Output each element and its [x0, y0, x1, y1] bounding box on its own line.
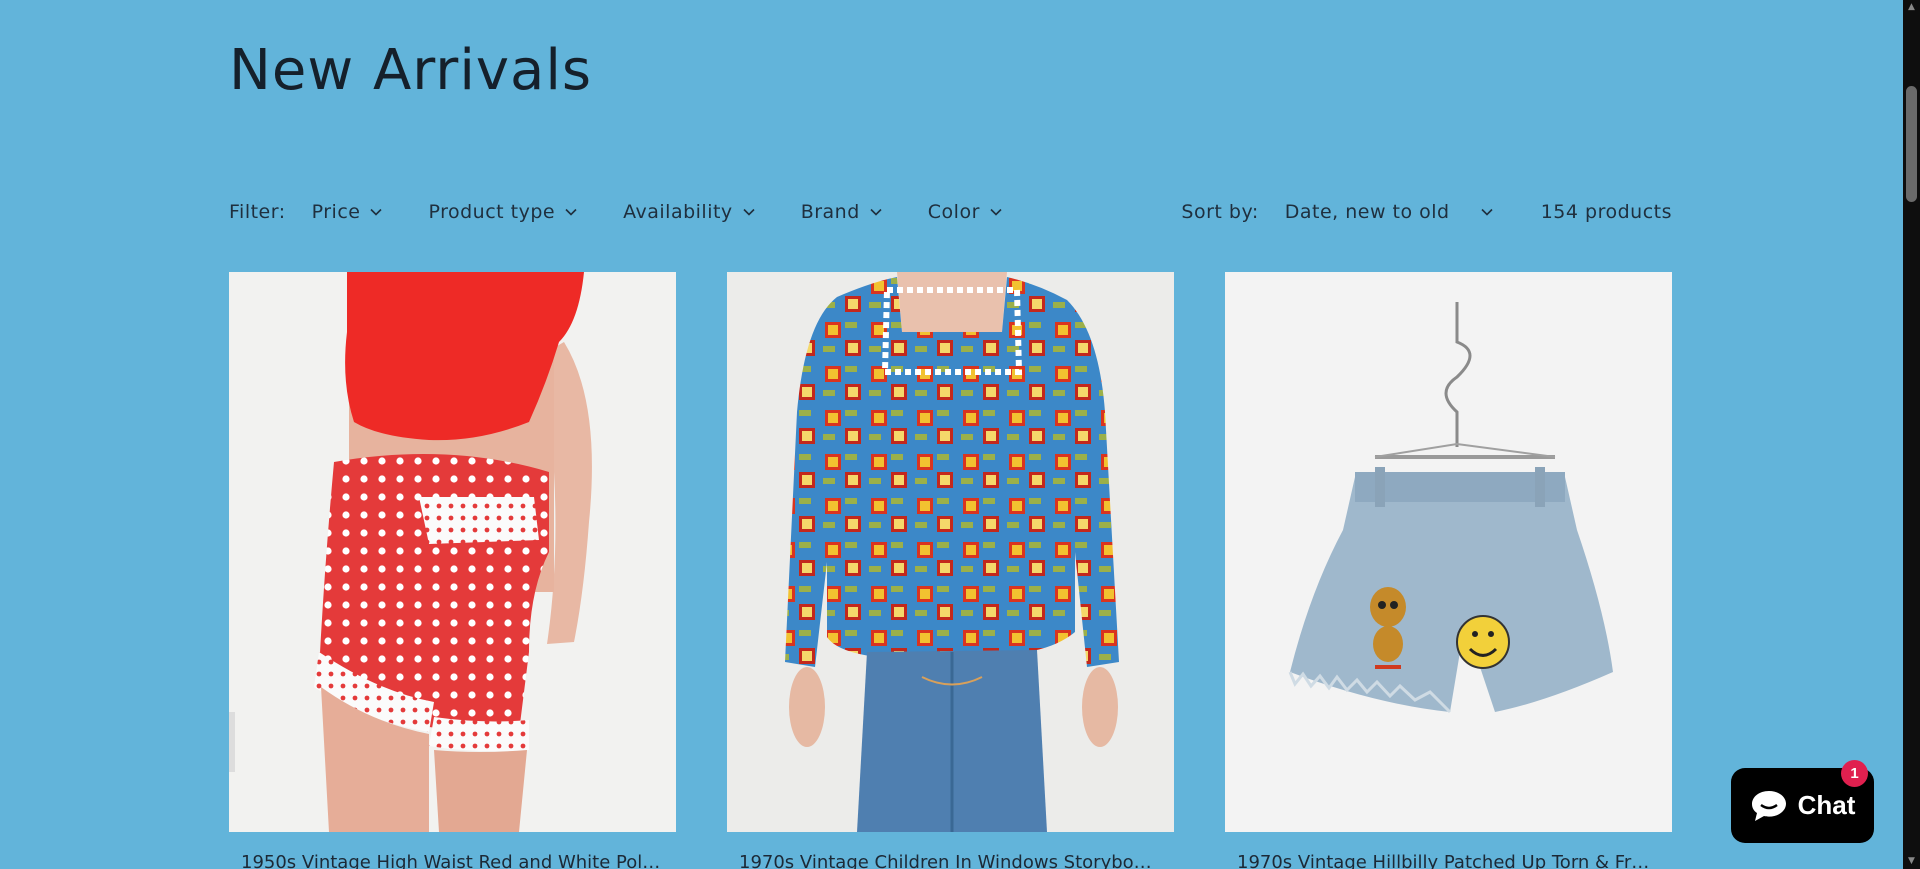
product-card[interactable]: 1970s Vintage Hillbilly Patched Up Torn …: [1225, 272, 1672, 869]
filter-price-label: Price: [311, 201, 361, 223]
product-grid: 1950s Vintage High Waist Red and White P…: [229, 272, 1672, 869]
filter-brand[interactable]: Brand: [801, 201, 882, 223]
chat-button[interactable]: Chat 1: [1731, 760, 1874, 843]
product-card[interactable]: 1970s Vintage Children In Windows Storyb…: [727, 272, 1174, 869]
chat-bubble-icon: [1751, 790, 1786, 821]
filter-bar: Filter: Price Product type Availability …: [229, 196, 1672, 228]
filter-product-type-label: Product type: [428, 201, 556, 223]
product-title[interactable]: 1970s Vintage Children In Windows Storyb…: [727, 852, 1174, 869]
product-photo-storybook-blouse: [727, 272, 1174, 832]
product-title[interactable]: 1970s Vintage Hillbilly Patched Up Torn …: [1225, 852, 1672, 869]
chevron-down-icon: [565, 208, 577, 216]
scroll-down-arrow-icon[interactable]: ▼: [1906, 856, 1917, 867]
product-photo-polka-shorts: [229, 272, 676, 832]
chevron-down-icon: [990, 208, 1002, 216]
page-title: New Arrivals: [229, 38, 593, 103]
chevron-down-icon: [370, 208, 383, 216]
filter-color[interactable]: Color: [928, 201, 1002, 223]
product-image[interactable]: [1225, 272, 1672, 832]
product-image[interactable]: [229, 272, 676, 832]
product-card[interactable]: 1950s Vintage High Waist Red and White P…: [229, 272, 676, 869]
filter-availability-label: Availability: [623, 201, 733, 223]
filter-price[interactable]: Price: [312, 201, 383, 223]
filter-brand-label: Brand: [800, 201, 860, 223]
product-photo-denim-shorts: [1225, 272, 1672, 832]
sort-label: Sort by:: [1181, 201, 1259, 223]
product-count: 154 products: [1540, 201, 1672, 223]
chevron-down-icon: [870, 208, 882, 216]
sort-select[interactable]: Date, new to old: [1285, 201, 1493, 223]
chat-label: Chat: [1797, 790, 1856, 820]
filter-product-type[interactable]: Product type: [428, 201, 577, 223]
filter-label: Filter:: [229, 201, 286, 223]
chevron-down-icon: [743, 208, 755, 216]
page-scrollbar[interactable]: ▲ ▼: [1903, 0, 1920, 869]
filter-availability[interactable]: Availability: [623, 201, 755, 223]
product-image[interactable]: [727, 272, 1174, 832]
scroll-thumb[interactable]: [1906, 86, 1917, 202]
chat-unread-badge: 1: [1841, 760, 1868, 787]
product-title[interactable]: 1950s Vintage High Waist Red and White P…: [229, 852, 676, 869]
sort-selected-value: Date, new to old: [1284, 201, 1450, 223]
chevron-down-icon: [1481, 208, 1493, 216]
scroll-up-arrow-icon[interactable]: ▲: [1906, 2, 1917, 13]
filter-color-label: Color: [927, 201, 980, 223]
